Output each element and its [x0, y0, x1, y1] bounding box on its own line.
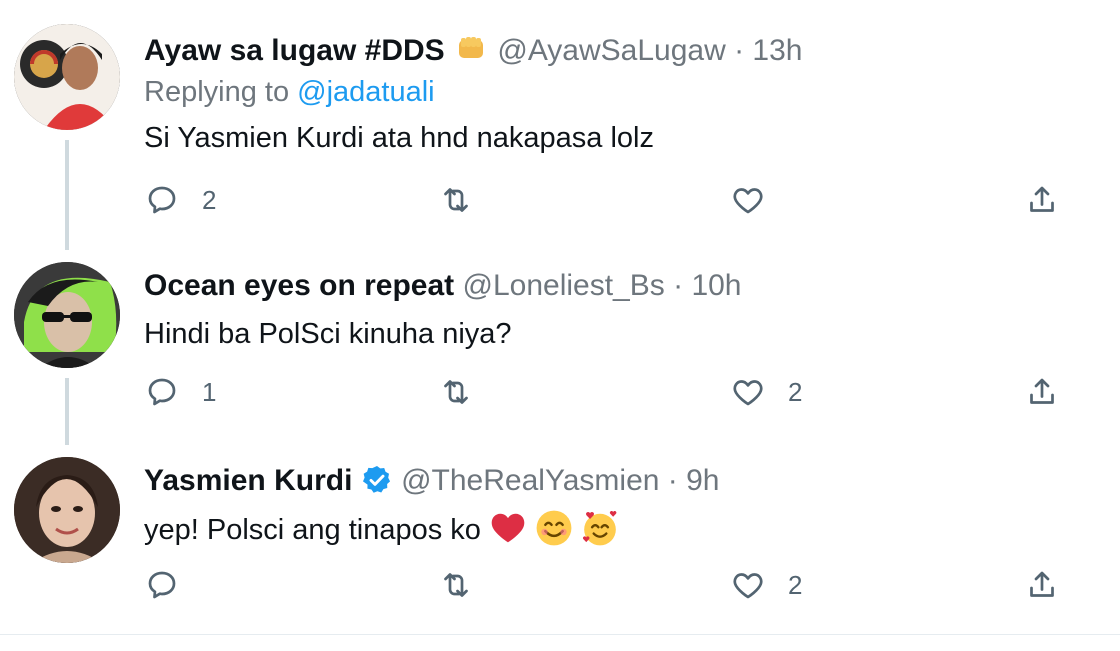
smiling-face-with-hearts-emoji-icon: [583, 511, 617, 546]
retweet-button[interactable]: [438, 374, 496, 410]
timestamp[interactable]: 9h: [686, 464, 719, 497]
share-button[interactable]: [1024, 182, 1060, 218]
replying-to-mention[interactable]: @jadatuali: [297, 76, 434, 108]
tweet-3[interactable]: Yasmien Kurdi @TheRealYasmien · 9h yep! …: [0, 445, 1120, 635]
separator-dot: ·: [667, 464, 678, 497]
like-button[interactable]: 2: [730, 567, 802, 603]
tweet-header: Ayaw sa lugaw #DDS @AyawSaLugaw · 13h: [144, 30, 802, 68]
share-button[interactable]: [1024, 567, 1060, 603]
avatar-image: [14, 24, 120, 130]
heart-icon: [733, 188, 763, 214]
retweet-icon: [444, 573, 468, 597]
tweet-text: Hindi ba PolSci kinuha niya?: [144, 318, 512, 350]
like-button[interactable]: 2: [730, 374, 802, 410]
like-button[interactable]: [730, 182, 788, 218]
tweet-header: Yasmien Kurdi @TheRealYasmien · 9h: [144, 464, 720, 498]
divider: [0, 634, 1120, 635]
tweet-text-body: yep! Polsci ang tinapos ko: [144, 514, 481, 546]
user-handle[interactable]: @AyawSaLugaw: [497, 34, 725, 67]
display-name[interactable]: Yasmien Kurdi: [144, 464, 352, 497]
avatar[interactable]: [14, 262, 120, 368]
tweet-actions: 2: [0, 182, 1120, 222]
like-count: 2: [788, 376, 803, 407]
display-name[interactable]: Ocean eyes on repeat: [144, 269, 454, 302]
timestamp[interactable]: 10h: [691, 269, 741, 302]
reply-button[interactable]: 1: [144, 374, 216, 410]
red-heart-emoji-icon: [491, 513, 525, 543]
timestamp[interactable]: 13h: [752, 34, 802, 67]
tweet-2[interactable]: Ocean eyes on repeat @Loneliest_Bs · 10h…: [0, 250, 1120, 445]
smiling-face-emoji-icon: [536, 510, 572, 546]
reply-button[interactable]: [144, 567, 202, 603]
share-icon: [1030, 571, 1054, 597]
retweet-button[interactable]: [438, 182, 496, 218]
user-handle[interactable]: @Loneliest_Bs: [463, 269, 665, 302]
display-name[interactable]: Ayaw sa lugaw #DDS: [144, 34, 445, 67]
replying-to: Replying to @jadatuali: [144, 76, 435, 109]
like-count: 2: [788, 569, 803, 600]
avatar[interactable]: [14, 457, 120, 563]
reply-button[interactable]: 2: [144, 182, 216, 218]
share-icon: [1030, 378, 1054, 404]
tweet-actions: 2: [0, 567, 1120, 607]
tweet-actions: 1 2: [0, 374, 1120, 414]
separator-dot: ·: [673, 269, 684, 302]
tweet-text: yep! Polsci ang tinapos ko: [144, 509, 619, 547]
raised-fist-emoji-icon: [459, 37, 484, 58]
share-button[interactable]: [1024, 374, 1060, 410]
retweet-icon: [444, 188, 468, 212]
heart-icon: [733, 380, 763, 406]
user-handle[interactable]: @TheRealYasmien: [401, 464, 659, 497]
replying-to-prefix: Replying to: [144, 76, 290, 108]
avatar-image: [14, 457, 120, 563]
retweet-icon: [444, 380, 468, 404]
tweet-header: Ocean eyes on repeat @Loneliest_Bs · 10h: [144, 269, 742, 303]
separator-dot: ·: [734, 34, 745, 67]
reply-icon: [148, 186, 176, 214]
retweet-button[interactable]: [438, 567, 496, 603]
avatar-image: [14, 262, 120, 368]
tweet-text: Si Yasmien Kurdi ata hnd nakapasa lolz: [144, 122, 654, 154]
heart-icon: [733, 573, 763, 599]
reply-count: 1: [202, 376, 217, 407]
tweet-1[interactable]: Ayaw sa lugaw #DDS @AyawSaLugaw · 13h Re…: [0, 0, 1120, 250]
reply-icon: [148, 571, 176, 599]
verified-badge-icon: [362, 466, 390, 493]
avatar[interactable]: [14, 24, 120, 130]
reply-count: 2: [202, 184, 217, 215]
share-icon: [1030, 186, 1054, 212]
reply-icon: [148, 378, 176, 406]
